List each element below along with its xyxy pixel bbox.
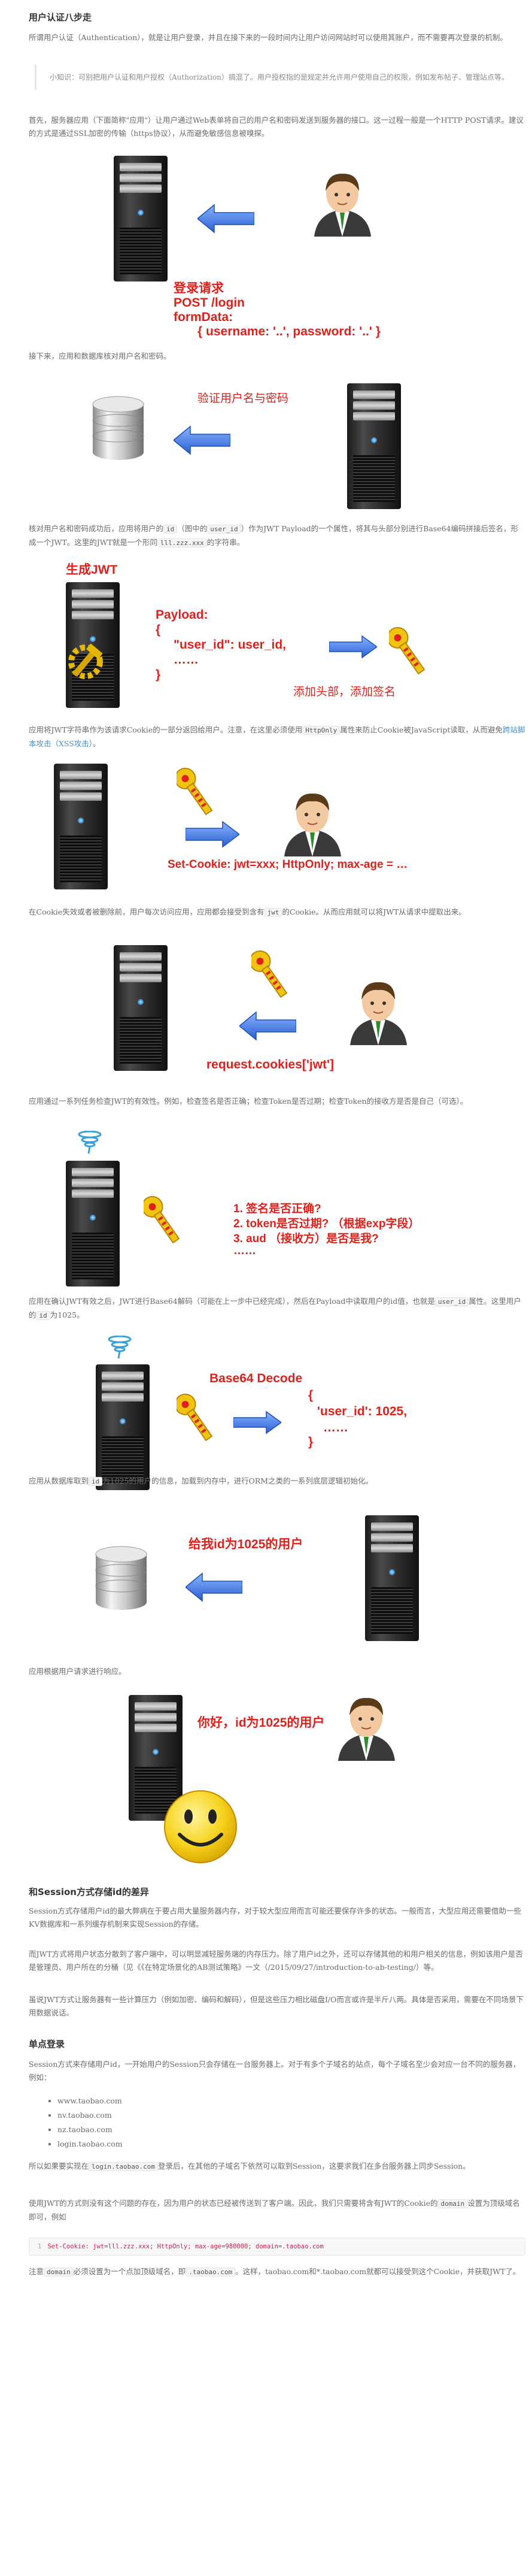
- user-avatar-icon: [338, 1697, 395, 1761]
- code-line: Set-Cookie: jwt=lll.zzz.xxx; HttpOnly; m…: [47, 2243, 324, 2250]
- label-form-body: { username: '..', password: '..' }: [197, 325, 381, 338]
- code-login-domain: login.taobao.com: [89, 2162, 158, 2171]
- arrow-left-icon: [197, 204, 254, 234]
- code-jwt-sample: lll.zzz.xxx: [157, 538, 207, 547]
- label-post-login: POST /login: [174, 296, 245, 310]
- server-image-6: [66, 1161, 120, 1287]
- smiley-face-icon: [164, 1790, 237, 1863]
- label-formdata: formData:: [174, 310, 233, 324]
- user-avatar-icon: [314, 173, 371, 237]
- list-item: nv.taobao.com: [57, 2108, 123, 2123]
- sso-paragraph-4: 注意 domain 必须设置为一个点加顶级域名，即 .taobao.com 。这样，ta…: [29, 2267, 521, 2277]
- arrow-left-icon: [174, 425, 230, 455]
- code-domain: domain: [44, 2268, 74, 2277]
- intro-paragraph: 所谓用户认证（Authentication），就是让用户登录，并且在接下来的一段…: [29, 33, 507, 42]
- label-base64-decode: Base64 Decode: [209, 1372, 303, 1385]
- label-brace-close: }: [308, 1435, 314, 1449]
- step4-paragraph: 应用将JWT字符串作为该请求Cookie的一部分返回给用户。注意，在这里必须使用…: [29, 725, 525, 748]
- code-id: id: [89, 1477, 103, 1486]
- server-image-8: [365, 1515, 419, 1641]
- label-verify-credentials: 验证用户名与密码: [197, 392, 289, 405]
- label-request-cookies: request.cookies['jwt']: [206, 1058, 335, 1071]
- arrow-right-icon: [186, 821, 239, 848]
- server-image-4: [54, 764, 108, 889]
- arrow-right-icon: [233, 1410, 281, 1434]
- label-payload: Payload:: [156, 608, 208, 622]
- label-check-expiry: 2. token是否过期? （根据exp字段）: [233, 1218, 420, 1230]
- step6-paragraph: 应用通过一系列任务检查JWT的有效性。例如，检查签名是否正确；检查Token是否…: [29, 1097, 468, 1106]
- section-title-session-diff: 和Session方式存储id的差异: [29, 1887, 149, 1897]
- key-token-icon: [144, 1195, 180, 1244]
- code-line-number: 1: [38, 2243, 42, 2250]
- code-block: 1 Set-Cookie: jwt=lll.zzz.xxx; HttpOnly; …: [29, 2238, 525, 2256]
- label-user-id: "user_id": user_id,: [174, 638, 286, 652]
- label-dots: ……: [323, 1421, 348, 1434]
- server-image-2: [347, 383, 401, 509]
- label-set-cookie: Set-Cookie: jwt=xxx; HttpOnly; max-age =…: [168, 858, 408, 871]
- domain-list: www.taobao.com nv.taobao.com nz.taobao.c…: [47, 2094, 123, 2151]
- label-fetch-user: 给我id为1025的用户: [189, 1537, 303, 1551]
- server-image-7: [96, 1364, 150, 1490]
- server-image-5: [114, 945, 168, 1071]
- step1-paragraph: 首先，服务器应用（下面简称"应用"）让用户通过Web表单将自己的用户名和密码发送…: [29, 116, 524, 138]
- database-icon: [95, 1546, 147, 1610]
- code-httponly: HttpOnly: [302, 726, 341, 735]
- code-user-id: user_id: [207, 525, 241, 534]
- section-title-sso: 单点登录: [29, 2039, 65, 2050]
- label-user-id-value: 'user_id': 1025,: [317, 1404, 408, 1418]
- arrow-left-icon: [186, 1572, 242, 1602]
- user-avatar-icon: [284, 793, 341, 856]
- list-item: login.taobao.com: [57, 2137, 123, 2151]
- server-image-1: [114, 156, 168, 281]
- sso-paragraph-3: 使用JWT的方式则没有这个问题的存在，因为用户的状态已经被传送到了客户端。因此，…: [29, 2199, 520, 2221]
- code-user-id: user_id: [434, 1297, 469, 1306]
- list-item: www.taobao.com: [57, 2094, 123, 2108]
- code-id: id: [163, 525, 178, 534]
- key-token-icon: [389, 626, 425, 675]
- arrow-left-icon: [239, 1011, 296, 1041]
- label-check-audience: 3. aud （接收方）是否是我?: [233, 1233, 379, 1245]
- label-brace-open: {: [156, 623, 161, 637]
- label-check-more: ……: [233, 1245, 256, 1257]
- code-id: id: [36, 1311, 50, 1320]
- sso-paragraph-1: Session方式来存储用户id，一开始用户的Session只会存储在一台服务器…: [29, 2060, 521, 2082]
- section-title-auth-steps: 用户认证八步走: [29, 12, 92, 23]
- step9-paragraph: 应用根据用户请求进行响应。: [29, 1667, 126, 1676]
- label-generate-jwt: 生成JWT: [66, 563, 118, 577]
- label-brace-open: {: [308, 1388, 314, 1402]
- sso-paragraph-2: 所以如果要实现在 login.taobao.com 登录后，在其他的子域名下依然可以…: [29, 2162, 470, 2171]
- label-check-signature: 1. 签名是否正确?: [233, 1203, 321, 1215]
- step2-paragraph: 接下来，应用和数据库核对用户名和密码。: [29, 352, 171, 361]
- code-taobao-domain: .taobao.com: [186, 2268, 236, 2277]
- arrow-right-icon: [329, 635, 377, 659]
- label-login-request: 登录请求: [174, 281, 224, 295]
- key-token-icon: [177, 767, 212, 816]
- gear-hammer-icon: [68, 643, 103, 679]
- code-jwt: jwt: [264, 908, 282, 917]
- step3-paragraph: 核对用户名和密码成功后，应用将用户的 id （图中的 user_id ）作为JWT Pa…: [29, 524, 519, 547]
- session-paragraph-2: 而JWT方式将用户状态分散到了客户端中，可以明显减轻服务端的内存压力。除了用户i…: [29, 1950, 523, 1972]
- tornado-icon: [108, 1336, 132, 1359]
- user-avatar-icon: [350, 982, 407, 1045]
- label-dots: ……: [174, 653, 199, 667]
- session-paragraph-3: 虽说JWT方式让服务器有一些计算压力（例如加密、编码和解码），但是这些压力相比磁…: [29, 1995, 524, 2017]
- key-token-icon: [177, 1393, 212, 1442]
- tornado-icon: [78, 1131, 102, 1154]
- step7-paragraph: 应用在确认JWT有效之后，JWT进行Base64解码（可能在上一步中已经完成），…: [29, 1297, 521, 1320]
- code-domain: domain: [437, 2199, 468, 2208]
- step5-paragraph: 在Cookie失效或者被删除前，用户每次访问应用，应用都会接受到含有 jwt 的Co…: [29, 907, 466, 917]
- step8-paragraph: 应用从数据库取到 id 为1025的用户的信息，加载到内存中，进行ORM之类的一系列…: [29, 1476, 373, 1486]
- key-token-icon: [251, 950, 287, 998]
- tip-blockquote: 小知识：可别把用户认证和用户授权（Authorization）搞混了。用户授权指…: [35, 65, 525, 90]
- label-add-header-signature: 添加头部，添加签名: [293, 685, 396, 698]
- label-brace-close: }: [156, 668, 161, 682]
- list-item: nz.taobao.com: [57, 2123, 123, 2137]
- label-hello-user: 你好，id为1025的用户: [197, 1716, 325, 1730]
- database-icon: [92, 396, 144, 460]
- session-paragraph-1: Session方式存储用户id的最大弊病在于要占用大量服务器内存，对于较大型应用…: [29, 1906, 521, 1929]
